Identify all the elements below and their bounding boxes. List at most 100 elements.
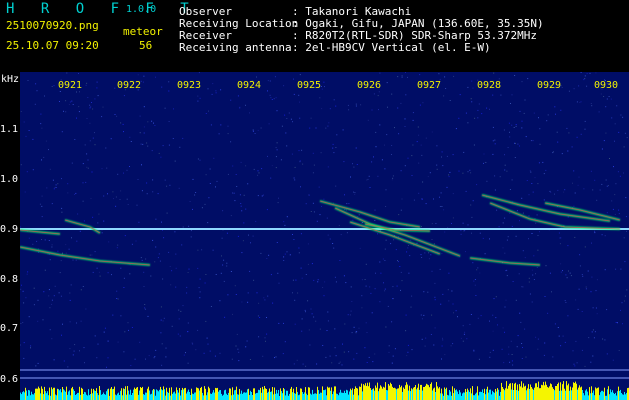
- noise-speckle: [278, 197, 279, 199]
- noise-speckle: [526, 180, 528, 181]
- noise-speckle: [255, 220, 257, 222]
- noise-speckle: [152, 179, 154, 181]
- noise-speckle: [392, 177, 394, 179]
- noise-speckle: [472, 262, 474, 264]
- level-bar: [170, 395, 171, 400]
- noise-speckle: [135, 240, 137, 242]
- noise-speckle: [221, 255, 222, 257]
- noise-speckle: [130, 365, 132, 366]
- noise-speckle: [521, 120, 523, 122]
- noise-speckle: [613, 166, 614, 168]
- noise-speckle: [569, 272, 571, 274]
- noise-speckle: [115, 196, 117, 198]
- noise-speckle: [216, 180, 218, 182]
- level-bar: [87, 395, 88, 400]
- noise-speckle: [74, 139, 76, 140]
- noise-speckle: [141, 164, 142, 166]
- level-bar: [460, 392, 461, 400]
- noise-speckle: [537, 348, 539, 350]
- level-bar: [546, 384, 547, 400]
- noise-speckle: [544, 296, 546, 297]
- noise-speckle: [595, 290, 597, 292]
- noise-speckle: [82, 163, 84, 165]
- level-bar: [99, 386, 100, 400]
- level-bar: [558, 382, 559, 400]
- noise-speckle: [86, 166, 88, 168]
- noise-speckle: [123, 95, 125, 97]
- level-bar: [230, 388, 231, 400]
- level-bar: [618, 386, 619, 400]
- noise-speckle: [163, 237, 165, 239]
- noise-speckle: [560, 345, 562, 347]
- noise-speckle: [350, 310, 352, 312]
- noise-speckle: [237, 95, 239, 97]
- level-bar: [596, 388, 597, 400]
- noise-speckle: [40, 123, 42, 125]
- level-bar: [619, 390, 620, 400]
- level-bar: [479, 391, 480, 400]
- level-bar: [30, 395, 31, 400]
- level-bar: [343, 392, 344, 400]
- level-bar: [59, 390, 60, 400]
- noise-speckle: [103, 220, 105, 222]
- noise-speckle: [537, 249, 539, 251]
- level-bar: [144, 394, 145, 400]
- noise-speckle: [335, 281, 337, 283]
- noise-speckle: [92, 137, 94, 139]
- level-bar: [267, 392, 268, 400]
- level-bar: [90, 394, 91, 400]
- level-bar: [567, 385, 568, 400]
- noise-speckle: [54, 285, 56, 287]
- noise-speckle: [238, 360, 240, 362]
- level-bar: [218, 391, 219, 400]
- noise-speckle: [293, 78, 294, 80]
- noise-speckle: [203, 352, 205, 354]
- noise-speckle: [391, 321, 393, 323]
- level-bar: [146, 392, 147, 400]
- noise-speckle: [253, 168, 255, 170]
- level-bar: [167, 391, 168, 400]
- noise-speckle: [596, 279, 598, 281]
- noise-speckle: [381, 159, 383, 161]
- level-bar: [525, 385, 526, 400]
- level-bar: [478, 395, 479, 400]
- noise-speckle: [606, 98, 608, 100]
- level-bar: [466, 391, 467, 400]
- level-bar: [504, 390, 505, 400]
- level-bar: [165, 395, 166, 400]
- noise-speckle: [94, 144, 96, 146]
- noise-speckle: [292, 121, 293, 123]
- noise-speckle: [398, 214, 400, 216]
- noise-speckle: [75, 259, 77, 261]
- level-bar: [36, 388, 37, 400]
- level-bar: [416, 389, 417, 400]
- level-bar: [444, 387, 445, 400]
- noise-speckle: [326, 330, 328, 331]
- level-bar: [615, 392, 616, 400]
- noise-speckle: [356, 352, 358, 354]
- level-bar: [147, 388, 148, 400]
- noise-speckle: [106, 167, 108, 169]
- level-bar: [178, 392, 179, 400]
- noise-speckle: [249, 112, 250, 114]
- noise-speckle: [580, 72, 582, 73]
- noise-speckle: [598, 111, 600, 113]
- noise-speckle: [430, 254, 432, 256]
- level-bar: [494, 392, 495, 400]
- level-bar: [155, 395, 156, 400]
- level-bar: [357, 388, 358, 400]
- noise-speckle: [151, 150, 153, 152]
- noise-speckle: [186, 286, 188, 288]
- level-bar: [266, 389, 267, 400]
- noise-speckle: [177, 333, 179, 335]
- level-bar: [61, 392, 62, 400]
- noise-speckle: [412, 119, 414, 121]
- noise-speckle: [267, 295, 269, 297]
- noise-speckle: [116, 247, 118, 249]
- noise-speckle: [145, 358, 146, 360]
- level-bar: [77, 392, 78, 400]
- noise-speckle: [421, 318, 423, 320]
- noise-speckle: [98, 271, 100, 273]
- level-bar: [430, 384, 431, 400]
- noise-speckle: [262, 355, 264, 357]
